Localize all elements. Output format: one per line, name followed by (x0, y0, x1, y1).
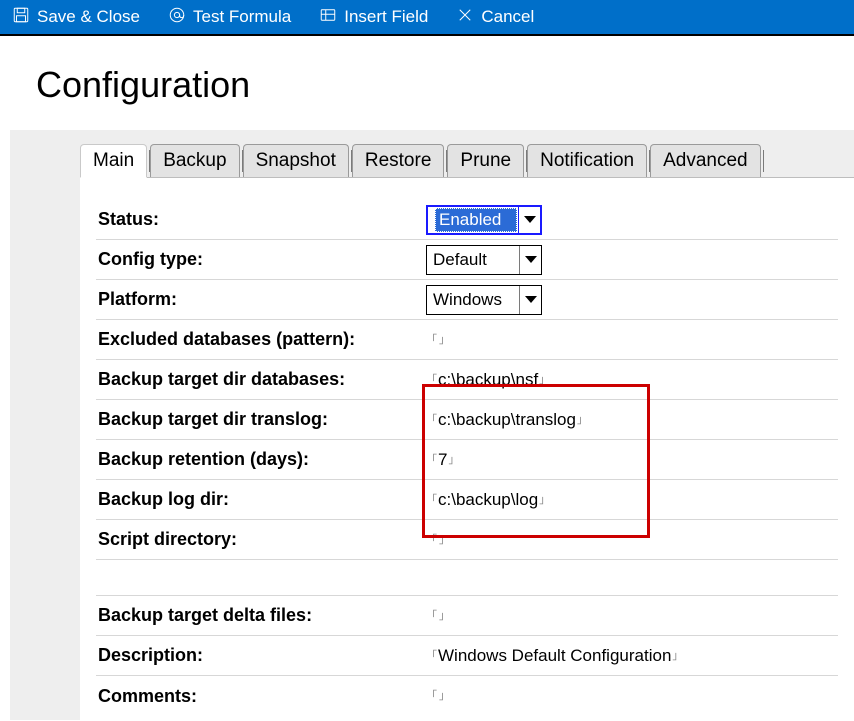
row-retention: Backup retention (days): 7 (96, 440, 838, 480)
page-title: Configuration (36, 64, 854, 106)
target-translog-label: Backup target dir translog: (96, 409, 426, 430)
row-log-dir: Backup log dir: c:\backup\log (96, 480, 838, 520)
cancel-label: Cancel (481, 7, 534, 27)
tab-label: Advanced (663, 150, 748, 171)
row-comments: Comments: (96, 676, 838, 716)
config-type-combo[interactable]: Default (426, 245, 542, 275)
excluded-db-label: Excluded databases (pattern): (96, 329, 426, 350)
row-platform: Platform: Windows (96, 280, 838, 320)
tab-label: Backup (163, 150, 226, 171)
tab-label: Snapshot (256, 150, 336, 171)
status-label: Status: (96, 209, 426, 230)
insert-field-label: Insert Field (344, 7, 428, 27)
platform-value: Windows (433, 290, 519, 310)
comments-label: Comments: (96, 686, 426, 707)
status-value: Enabled (435, 208, 517, 232)
target-db-value: c:\backup\nsf (438, 370, 538, 389)
spacer-row (96, 560, 838, 596)
tab-bar: Main Backup Snapshot Restore Prune Notif… (80, 144, 854, 177)
test-formula-label: Test Formula (193, 7, 291, 27)
row-description: Description: Windows Default Configurati… (96, 636, 838, 676)
status-combo[interactable]: Enabled (426, 205, 542, 235)
cancel-button[interactable]: Cancel (456, 6, 534, 29)
chevron-down-icon (519, 246, 541, 274)
close-icon (456, 6, 474, 29)
tab-label: Prune (460, 150, 511, 171)
tab-backup[interactable]: Backup (150, 144, 239, 177)
description-value: Windows Default Configuration (438, 646, 671, 665)
tab-snapshot[interactable]: Snapshot (243, 144, 349, 177)
platform-label: Platform: (96, 289, 426, 310)
tab-main[interactable]: Main (80, 144, 147, 178)
row-script-dir: Script directory: (96, 520, 838, 560)
delta-files-label: Backup target delta files: (96, 605, 426, 626)
retention-field[interactable]: 7 (426, 450, 459, 470)
save-close-label: Save & Close (37, 7, 140, 27)
save-icon (12, 6, 30, 29)
excluded-db-field[interactable] (426, 330, 450, 350)
row-config-type: Config type: Default (96, 240, 838, 280)
log-dir-value: c:\backup\log (438, 490, 538, 509)
action-bar: Save & Close Test Formula Insert Field C… (0, 0, 854, 36)
tab-label: Notification (540, 150, 634, 171)
chevron-down-icon (519, 286, 541, 314)
script-dir-label: Script directory: (96, 529, 426, 550)
log-dir-label: Backup log dir: (96, 489, 426, 510)
target-db-label: Backup target dir databases: (96, 369, 426, 390)
log-dir-field[interactable]: c:\backup\log (426, 490, 550, 510)
tab-notification[interactable]: Notification (527, 144, 647, 177)
row-target-db: Backup target dir databases: c:\backup\n… (96, 360, 838, 400)
script-dir-field[interactable] (426, 530, 450, 550)
insert-field-button[interactable]: Insert Field (319, 6, 428, 29)
tab-prune[interactable]: Prune (447, 144, 524, 177)
row-excluded-db: Excluded databases (pattern): (96, 320, 838, 360)
save-close-button[interactable]: Save & Close (12, 6, 140, 29)
row-delta-files: Backup target delta files: (96, 596, 838, 636)
test-formula-button[interactable]: Test Formula (168, 6, 291, 29)
comments-field[interactable] (426, 686, 450, 706)
at-icon (168, 6, 186, 29)
retention-label: Backup retention (days): (96, 449, 426, 470)
tab-restore[interactable]: Restore (352, 144, 445, 177)
target-translog-field[interactable]: c:\backup\translog (426, 410, 588, 430)
insert-field-icon (319, 6, 337, 29)
content-area: Main Backup Snapshot Restore Prune Notif… (10, 130, 854, 720)
tab-label: Restore (365, 150, 432, 171)
config-type-value: Default (433, 250, 519, 270)
tab-label: Main (93, 150, 134, 171)
target-translog-value: c:\backup\translog (438, 410, 576, 429)
description-field[interactable]: Windows Default Configuration (426, 646, 683, 666)
row-target-translog: Backup target dir translog: c:\backup\tr… (96, 400, 838, 440)
platform-combo[interactable]: Windows (426, 285, 542, 315)
retention-value: 7 (438, 450, 447, 469)
delta-files-field[interactable] (426, 606, 450, 626)
target-db-field[interactable]: c:\backup\nsf (426, 370, 550, 390)
config-type-label: Config type: (96, 249, 426, 270)
chevron-down-icon (518, 207, 540, 233)
tab-advanced[interactable]: Advanced (650, 144, 761, 177)
description-label: Description: (96, 645, 426, 666)
main-panel: Status: Enabled Config type: Default Pla… (80, 177, 854, 720)
tab-divider (763, 150, 764, 172)
row-status: Status: Enabled (96, 200, 838, 240)
